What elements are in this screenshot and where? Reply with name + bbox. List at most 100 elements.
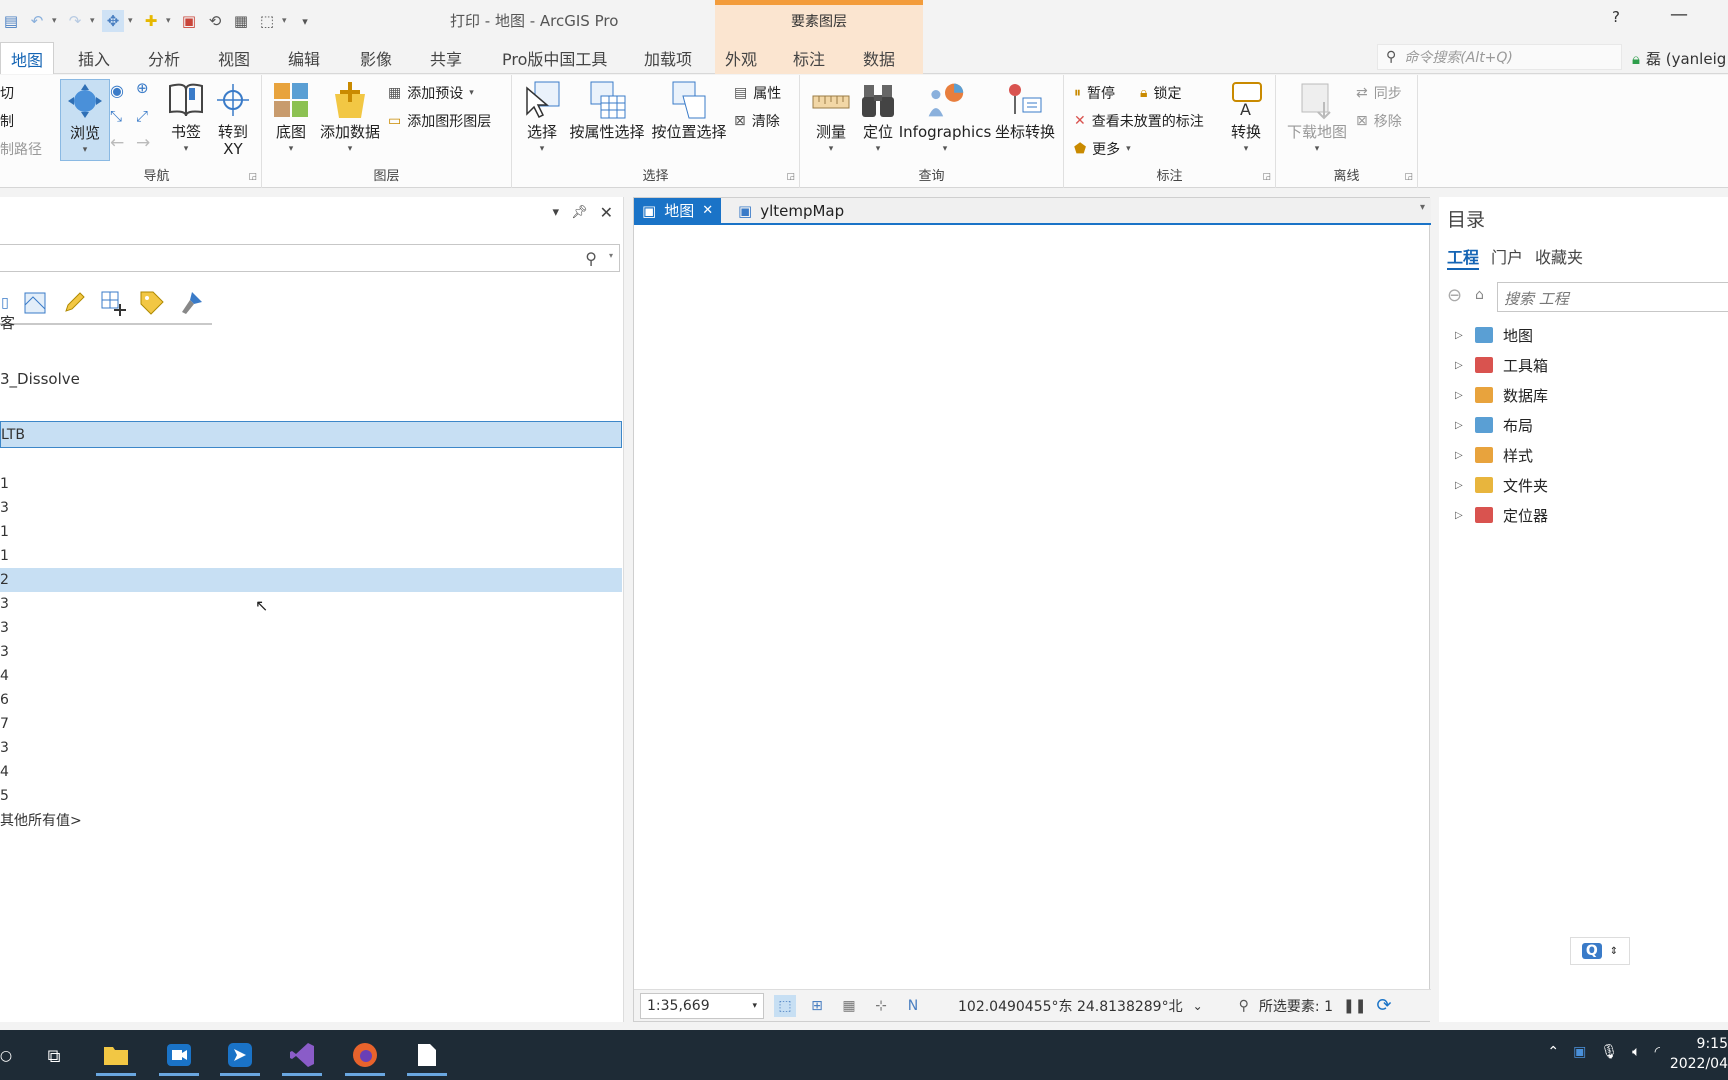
previous-extent-icon[interactable]: ← [110,133,124,153]
explore-button[interactable]: 浏览 ▾ [60,79,110,161]
close-pane-icon[interactable]: ✕ [600,203,613,222]
expand-icon[interactable]: ▷ [1455,480,1465,491]
history-icon[interactable]: ⟲ [204,10,226,32]
expand-icon[interactable]: ▷ [1455,420,1465,431]
tab-imagery[interactable]: 影像 [350,42,402,74]
north-arrow-icon[interactable]: N [902,995,924,1017]
expand-icon[interactable]: ▷ [1455,360,1465,371]
value-row[interactable]: 1 [0,544,622,568]
value-row[interactable]: 3 [0,616,622,640]
field-name-row[interactable]: LTB [0,421,622,448]
select-icon[interactable]: ⬚ [256,10,278,32]
close-tab-icon[interactable]: ✕ [702,203,713,218]
next-extent-icon[interactable]: → [136,133,150,153]
wifi-icon[interactable]: ◜ [1655,1044,1660,1060]
sync-button[interactable]: ⇄ 同步 [1356,83,1402,103]
navigate-launcher-icon[interactable]: ◲ [248,172,257,182]
undo-icon[interactable]: ↶ [26,10,48,32]
fixed-zoom-out-icon[interactable]: ⤢ [136,107,148,125]
catalog-item-locators[interactable]: ▷ 定位器 [1455,503,1548,527]
add-data-button[interactable]: 添加数据 ▾ [316,79,384,158]
catalog-tab-project[interactable]: 工程 [1447,244,1480,270]
expand-icon[interactable]: ▷ [1455,510,1465,521]
tab-edit[interactable]: 编辑 [278,42,330,74]
view-unplaced-labels-button[interactable]: ✕ 查看未放置的标注 [1074,111,1204,131]
tab-insert[interactable]: 插入 [68,42,120,74]
widget-arrows-icon[interactable]: ⇕ [1610,946,1618,957]
select-by-attributes-button[interactable]: 按属性选择 [568,79,646,141]
undo-dropdown-icon[interactable]: ▾ [52,16,60,26]
volume-icon[interactable]: 🔈︎ [1632,1044,1640,1060]
refresh-icon[interactable]: ⟳ [1376,995,1391,1016]
pane-options-icon[interactable]: ▾ [553,205,560,220]
coordinate-convert-button[interactable]: 坐标转换 [992,79,1058,141]
value-row[interactable]: 3 [0,736,622,760]
value-row[interactable]: 5 [0,784,622,808]
catalog-search-input[interactable]: 搜索 工程 [1497,282,1728,312]
grid-icon[interactable]: ⊞ [806,995,828,1017]
save-icon[interactable]: ▤ [0,10,22,32]
copy-path-button[interactable]: 制路径 [0,139,42,159]
other-values-row[interactable]: 其他所有值> [0,808,622,832]
catalog-item-toolboxes[interactable]: ▷ 工具箱 [1455,353,1548,377]
user-account[interactable]: 🔒︎ 磊 (yanleig [1632,48,1726,69]
home-icon[interactable]: ⌂ [1475,287,1484,303]
tab-labeling[interactable]: 标注 [783,42,853,74]
feishu-icon[interactable] [220,1036,260,1076]
value-row[interactable]: 1 [0,520,622,544]
tab-view[interactable]: 视图 [208,42,260,74]
offline-launcher-icon[interactable]: ◲ [1404,172,1413,182]
select-dropdown-icon[interactable]: ▾ [282,16,290,26]
selected-features-count[interactable]: 所选要素: 1 [1259,996,1333,1016]
zoom-to-layer-icon[interactable]: ⊕ [136,79,149,97]
tab-data[interactable]: 数据 [853,42,923,74]
command-search-input[interactable]: ⚲ 命令搜索(Alt+Q) [1377,44,1622,70]
firefox-icon[interactable] [345,1036,385,1076]
task-view-icon[interactable]: ⧉ [34,1036,74,1076]
tab-yltempmap[interactable]: ▣ yltempMap [730,198,852,223]
tab-appearance[interactable]: 外观 [715,42,783,74]
redo-dropdown-icon[interactable]: ▾ [90,16,98,26]
value-row[interactable]: 3 [0,640,622,664]
value-row[interactable]: 3 [0,592,622,616]
value-row[interactable]: 1 [0,472,622,496]
catalog-item-databases[interactable]: ▷ 数据库 [1455,383,1548,407]
tray-chevron-icon[interactable]: ⌃ [1547,1044,1559,1060]
tab-share[interactable]: 共享 [420,42,472,74]
fixed-zoom-in-icon[interactable]: ⤡ [110,107,122,125]
catalog-tab-portal[interactable]: 门户 [1491,244,1523,270]
tray-video-icon[interactable]: ▣ [1573,1044,1586,1060]
document-icon[interactable] [407,1036,447,1076]
cut-button[interactable]: 切 [0,83,14,103]
select-button[interactable]: 选择 ▾ [520,79,564,158]
layer-name[interactable]: 3_Dissolve [0,367,622,391]
explore-dropdown-icon[interactable]: ▾ [128,16,136,26]
toolbox-icon[interactable]: ▣ [178,10,200,32]
goto-xy-button[interactable]: 转到 XY [210,79,256,158]
bookmarks-button[interactable]: 书签 ▾ [162,79,210,158]
expand-icon[interactable]: ▷ [1455,390,1465,401]
search-taskbar-icon[interactable]: ○ [0,1036,26,1076]
expand-icon[interactable]: ▷ [1455,450,1465,461]
copy-button[interactable]: 制 [0,111,14,131]
value-row[interactable]: 4 [0,760,622,784]
search-options-icon[interactable]: ▾ [609,251,613,260]
locate-button[interactable]: 定位 ▾ [856,79,900,158]
select-by-location-button[interactable]: 按位置选择 [650,79,728,141]
q-app-icon[interactable]: Q [1581,943,1602,959]
value-row-selected[interactable]: 2 [0,568,622,592]
catalog-item-styles[interactable]: ▷ 样式 [1455,443,1533,467]
minimize-button[interactable]: — [1670,4,1688,25]
lock-labeling-button[interactable]: 🔒︎ 锁定 [1140,83,1181,103]
add-data-icon[interactable]: ✚ [140,10,162,32]
remove-offline-button[interactable]: ⊠ 移除 [1356,111,1402,131]
map-view[interactable]: ▣ 地图 ✕ ▣ yltempMap ▾ 1:35,669 ▾ ⬚ ⊞ ▦ ⊹ … [633,197,1431,1022]
back-icon[interactable]: ⊖ [1447,285,1462,306]
add-graphics-layer-button[interactable]: ▭ 添加图形图层 [388,111,491,131]
full-extent-icon[interactable]: ◉ [110,81,124,100]
tab-map[interactable]: 地图 [0,42,55,74]
catalog-item-layouts[interactable]: ▷ 布局 [1455,413,1533,437]
visual-studio-icon[interactable] [282,1036,322,1076]
tab-map-view[interactable]: ▣ 地图 ✕ [634,198,722,223]
coordinates-dropdown-icon[interactable]: ⌄ [1193,999,1203,1013]
